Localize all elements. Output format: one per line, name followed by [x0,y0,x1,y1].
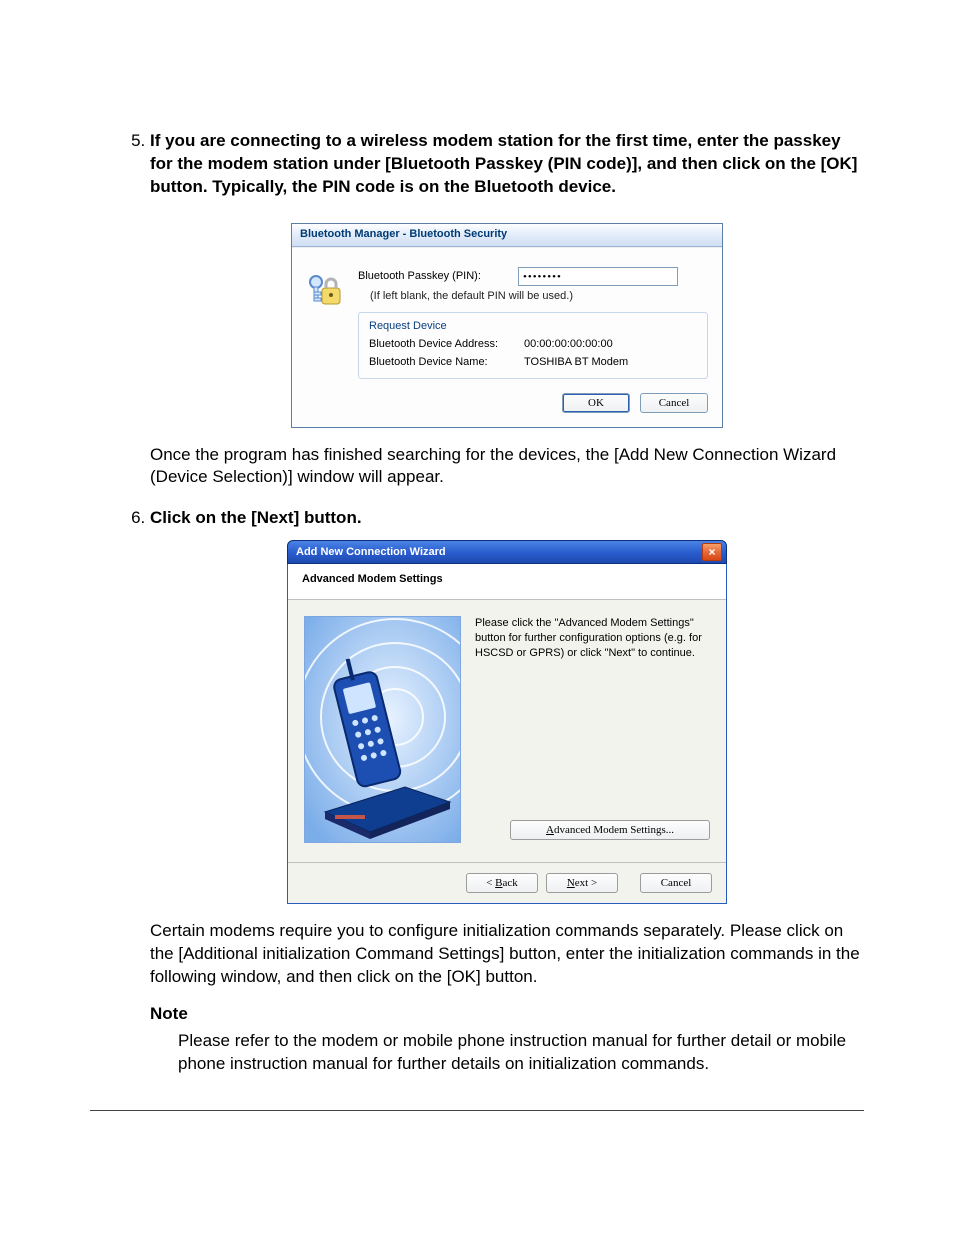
passkey-label: Bluetooth Passkey (PIN): [358,269,508,284]
note-body: Please refer to the modem or mobile phon… [150,1030,864,1076]
ok-button[interactable]: OK [562,393,630,413]
device-name-value: TOSHIBA BT Modem [524,355,628,370]
step-6-head: Click on the [Next] button. [150,507,864,530]
dialog1-title: Bluetooth Manager - Bluetooth Security [300,227,507,242]
device-name-label: Bluetooth Device Name: [369,355,514,370]
cancel-button-2[interactable]: Cancel [640,873,712,893]
add-connection-wizard-dialog: Add New Connection Wizard × Advanced Mod… [287,540,727,904]
note-heading: Note [150,1003,864,1026]
step-6: Click on the [Next] button. Add New Conn… [150,507,864,1075]
wizard-illustration [304,616,461,843]
dialog2-titlebar: Add New Connection Wizard × [287,540,727,564]
bluetooth-security-dialog: Bluetooth Manager - Bluetooth Security [291,223,723,428]
step-5-head: If you are connecting to a wireless mode… [150,130,864,199]
dialog1-titlebar: Bluetooth Manager - Bluetooth Security [292,224,722,247]
key-lock-icon [306,268,346,312]
request-device-group: Request Device Bluetooth Device Address:… [358,312,708,379]
next-button[interactable]: Next > [546,873,618,893]
dialog2-body-text: Please click the "Advanced Modem Setting… [475,616,710,661]
close-icon[interactable]: × [702,543,722,561]
cancel-button[interactable]: Cancel [640,393,708,413]
device-address-label: Bluetooth Device Address: [369,337,514,352]
passkey-input[interactable] [518,267,678,286]
step-6-after: Certain modems require you to configure … [150,920,864,989]
back-button[interactable]: < Back [466,873,538,893]
footer-divider [90,1110,864,1111]
advanced-modem-settings-button[interactable]: Advanced Modem Settings... [510,820,710,840]
step-5-after: Once the program has finished searching … [150,444,864,490]
device-address-value: 00:00:00:00:00:00 [524,337,613,352]
group-legend: Request Device [365,319,451,334]
step-5: If you are connecting to a wireless mode… [150,130,864,489]
dialog2-subtitle: Advanced Modem Settings [288,564,726,600]
dialog2-title: Add New Connection Wizard [296,545,446,560]
passkey-hint: (If left blank, the default PIN will be … [370,289,708,304]
